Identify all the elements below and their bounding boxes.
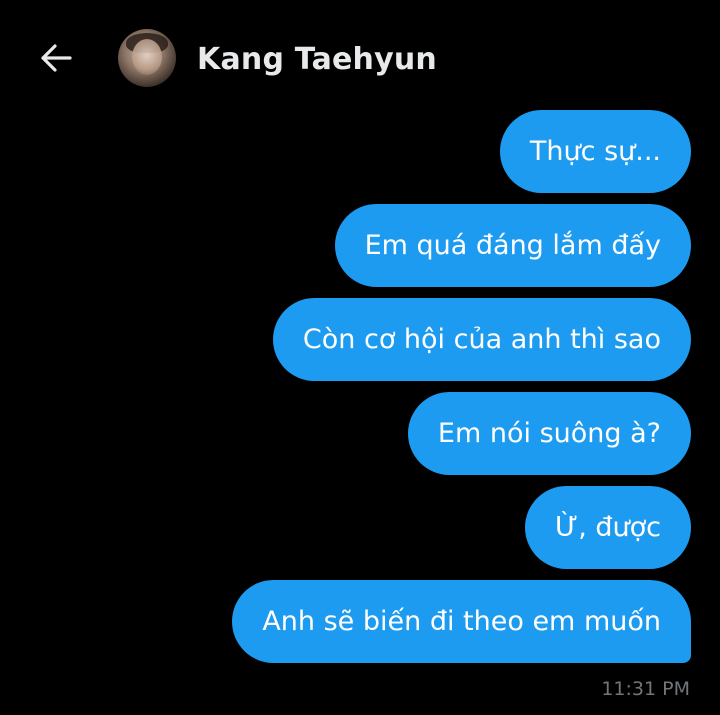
message-bubble[interactable]: Anh sẽ biến đi theo em muốn (232, 580, 691, 663)
message-bubble[interactable]: Thực sự... (499, 110, 691, 193)
message-list: Thực sự... Em quá đáng lắm đấy Còn cơ hộ… (0, 0, 720, 715)
message-bubble[interactable]: Em nói suông à? (407, 392, 691, 475)
message-bubble[interactable]: Ừ, được (525, 486, 691, 569)
message-timestamp: 11:31 PM (601, 678, 690, 700)
message-bubble[interactable]: Em quá đáng lắm đấy (334, 204, 691, 287)
message-bubble[interactable]: Còn cơ hội của anh thì sao (272, 298, 691, 381)
